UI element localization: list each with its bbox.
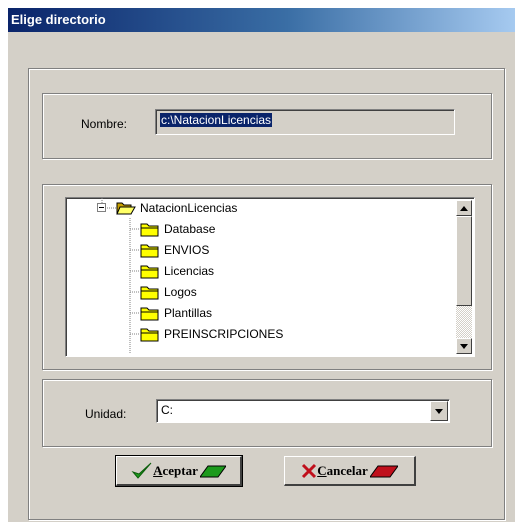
- arrow-down-icon: [460, 343, 468, 349]
- tree-item-label: PREINSCRIPCIONES: [164, 327, 284, 341]
- folder-icon: [140, 286, 159, 300]
- nombre-field[interactable]: c:\NatacionLicencias: [155, 109, 455, 135]
- folder-icon: [140, 244, 159, 258]
- unidad-select[interactable]: C:: [156, 399, 450, 423]
- tree-scrollbar[interactable]: [456, 200, 472, 354]
- window-title: Elige directorio: [11, 12, 106, 27]
- tree-item-label: Logos: [164, 285, 197, 299]
- tree-item-label: Database: [164, 222, 216, 236]
- folder-icon: [140, 223, 159, 237]
- aceptar-button[interactable]: Aceptar: [115, 455, 243, 487]
- aceptar-label: ceptar: [162, 462, 198, 478]
- dialog-window: Elige directorio Nombre: c:\NatacionLice…: [8, 8, 515, 522]
- tree-item[interactable]: Logos: [140, 282, 197, 302]
- checkmark-icon: [131, 462, 152, 479]
- tree-root-label: NatacionLicencias: [140, 201, 238, 215]
- cancelar-button[interactable]: Cancelar: [284, 456, 416, 486]
- nombre-group: Nombre: c:\NatacionLicencias: [42, 93, 492, 159]
- tree-root[interactable]: NatacionLicencias: [116, 198, 237, 218]
- tree-item[interactable]: Database: [140, 219, 215, 239]
- tree-item-label: Licencias: [164, 264, 215, 278]
- tree-item[interactable]: Plantillas: [140, 303, 212, 323]
- cancelar-label: ancelar: [326, 462, 368, 478]
- green-pen-icon: [199, 465, 226, 477]
- x-icon: [302, 463, 317, 478]
- aceptar-mnemonic: A: [153, 462, 163, 478]
- scroll-down-button[interactable]: [456, 338, 472, 354]
- chevron-down-icon: [435, 408, 443, 414]
- nombre-label: Nombre:: [81, 117, 128, 131]
- tree-group: NatacionLicencias Database ENVIOS Licencia…: [42, 184, 492, 370]
- unidad-group: Unidad: C:: [42, 379, 492, 447]
- tree-item-label: Plantillas: [164, 306, 213, 320]
- dropdown-button[interactable]: [430, 401, 448, 421]
- scroll-thumb[interactable]: [456, 216, 472, 306]
- tree-item[interactable]: Licencias: [140, 261, 214, 281]
- collapse-toggle-icon[interactable]: [97, 203, 106, 212]
- open-folder-icon: [116, 202, 136, 215]
- scroll-up-button[interactable]: [456, 200, 472, 216]
- unidad-value: C:: [161, 403, 173, 417]
- title-bar[interactable]: Elige directorio: [8, 8, 515, 32]
- tree-item[interactable]: PREINSCRIPCIONES: [140, 324, 283, 344]
- tree-item-label: ENVIOS: [164, 243, 210, 257]
- unidad-label: Unidad:: [85, 407, 127, 421]
- folder-icon: [140, 265, 159, 279]
- arrow-up-icon: [460, 205, 468, 211]
- cancelar-mnemonic: C: [317, 462, 327, 478]
- folder-icon: [140, 328, 159, 342]
- nombre-value: c:\NatacionLicencias: [160, 113, 273, 127]
- directory-tree[interactable]: NatacionLicencias Database ENVIOS Licencia…: [65, 197, 475, 357]
- tree-item[interactable]: ENVIOS: [140, 240, 209, 260]
- folder-icon: [140, 307, 159, 321]
- red-pen-icon: [369, 465, 398, 477]
